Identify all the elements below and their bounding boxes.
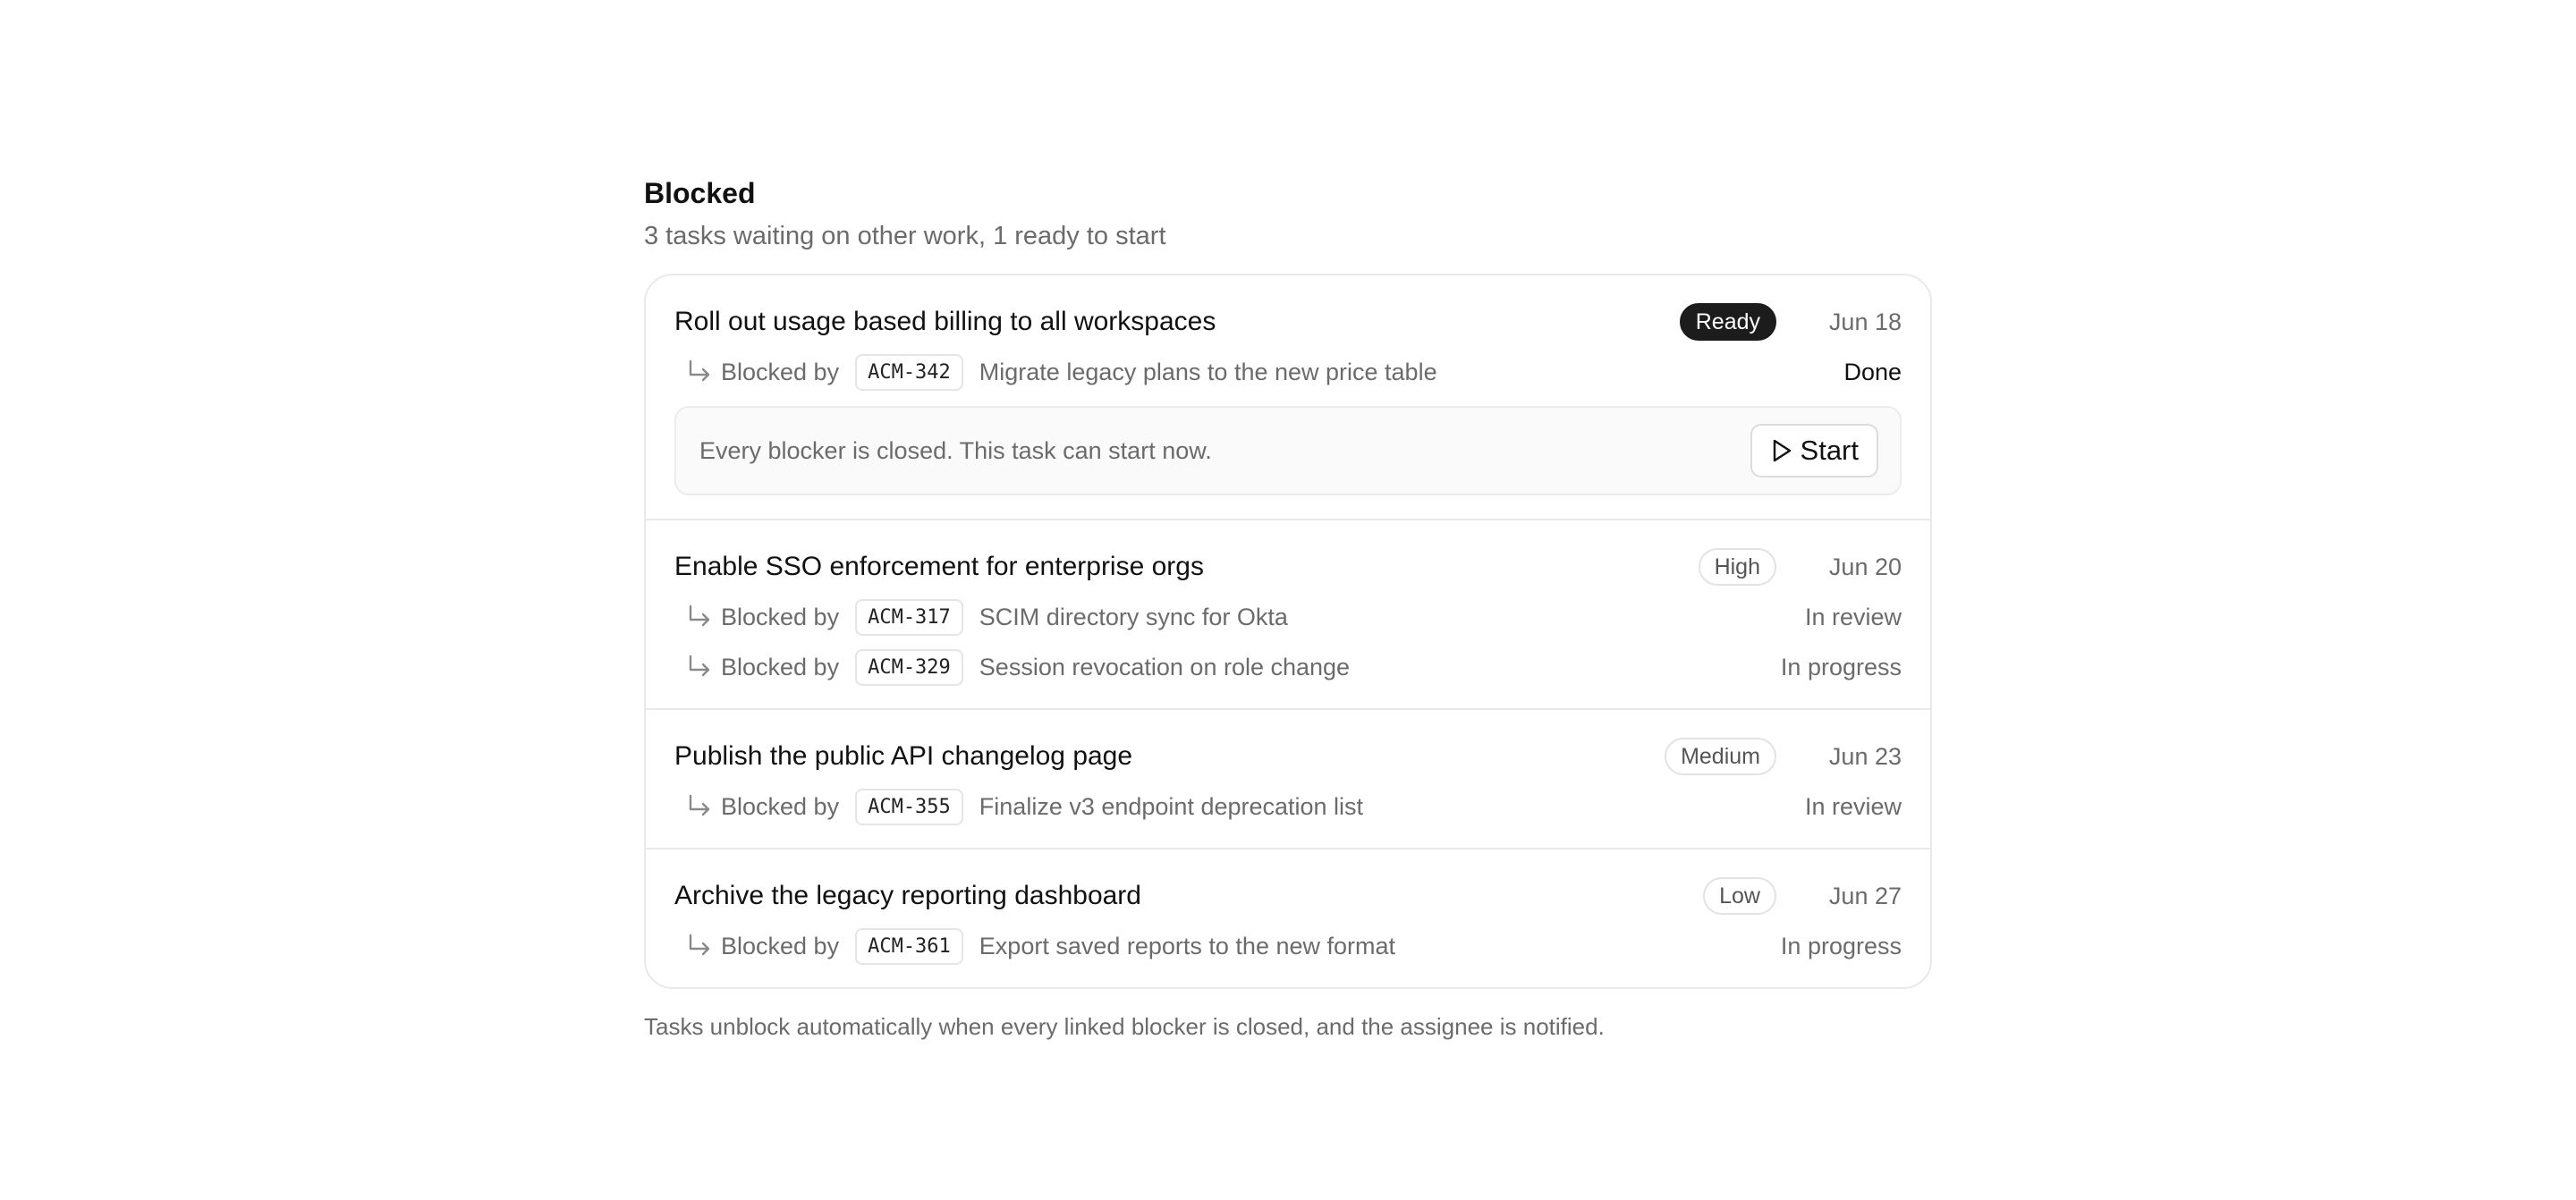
- ready-badge: Ready: [1679, 303, 1776, 341]
- arrow-turn-down-right-icon: [682, 793, 716, 820]
- blocker-status: In review: [1804, 792, 1902, 820]
- blocker-row[interactable]: Blocked by ACM-355 Finalize v3 endpoint …: [674, 782, 1902, 832]
- task-row[interactable]: Archive the legacy reporting dashboard L…: [646, 848, 1930, 987]
- task-header: Enable SSO enforcement for enterprise or…: [674, 542, 1902, 592]
- start-button[interactable]: Start: [1750, 424, 1878, 477]
- task-title[interactable]: Roll out usage based billing to all work…: [674, 307, 1680, 337]
- blocker-title[interactable]: Session revocation on role change: [979, 654, 1781, 681]
- task-title[interactable]: Enable SSO enforcement for enterprise or…: [674, 552, 1699, 582]
- priority-badge: Medium: [1665, 738, 1776, 775]
- task-header: Roll out usage based billing to all work…: [674, 297, 1902, 347]
- blocked-by-label: Blocked by: [721, 603, 840, 630]
- blocker-row[interactable]: Blocked by ACM-342 Migrate legacy plans …: [674, 347, 1902, 397]
- task-title[interactable]: Publish the public API changelog page: [674, 741, 1665, 772]
- due-date: Jun 20: [1828, 553, 1902, 580]
- footnote: Tasks unblock automatically when every l…: [644, 1013, 1605, 1040]
- section-title: Blocked: [644, 177, 756, 209]
- blocked-tasks-card: Roll out usage based billing to all work…: [644, 274, 1932, 989]
- task-row[interactable]: Roll out usage based billing to all work…: [646, 275, 1930, 519]
- task-header: Archive the legacy reporting dashboard L…: [674, 871, 1902, 921]
- blocked-section: Blocked 3 tasks waiting on other work, 1…: [644, 170, 1932, 1066]
- arrow-turn-down-right-icon: [682, 604, 716, 630]
- blocker-status: In progress: [1780, 932, 1902, 959]
- section-subtitle: 3 tasks waiting on other work, 1 ready t…: [644, 222, 1166, 250]
- issue-key[interactable]: ACM-361: [855, 927, 963, 965]
- blocker-row[interactable]: Blocked by ACM-317 SCIM directory sync f…: [674, 592, 1902, 642]
- issue-key[interactable]: ACM-329: [855, 648, 963, 686]
- blocker-row[interactable]: Blocked by ACM-329 Session revocation on…: [674, 642, 1902, 692]
- play-icon: [1770, 438, 1793, 463]
- blocker-title[interactable]: Finalize v3 endpoint deprecation list: [979, 793, 1805, 821]
- due-date: Jun 18: [1828, 308, 1902, 335]
- arrow-turn-down-right-icon: [682, 654, 716, 680]
- blocked-by-label: Blocked by: [721, 932, 840, 959]
- blocked-by-label: Blocked by: [721, 792, 840, 820]
- task-row[interactable]: Publish the public API changelog page Me…: [646, 708, 1930, 848]
- ready-callout: Every blocker is closed. This task can s…: [674, 406, 1902, 495]
- priority-badge: Low: [1703, 877, 1776, 915]
- due-date: Jun 23: [1828, 742, 1902, 770]
- blocker-title[interactable]: Export saved reports to the new format: [979, 933, 1781, 960]
- arrow-turn-down-right-icon: [682, 359, 716, 385]
- task-title[interactable]: Archive the legacy reporting dashboard: [674, 881, 1703, 911]
- blocker-title[interactable]: Migrate legacy plans to the new price ta…: [979, 359, 1844, 386]
- arrow-turn-down-right-icon: [682, 933, 716, 959]
- blocked-by-label: Blocked by: [721, 358, 840, 385]
- blocker-status: Done: [1843, 358, 1902, 385]
- task-row[interactable]: Enable SSO enforcement for enterprise or…: [646, 519, 1930, 708]
- issue-key[interactable]: ACM-317: [855, 598, 963, 636]
- due-date: Jun 27: [1828, 882, 1902, 909]
- blocker-status: In progress: [1780, 653, 1902, 680]
- blocked-by-label: Blocked by: [721, 653, 840, 680]
- blocker-status: In review: [1804, 603, 1902, 630]
- blocker-row[interactable]: Blocked by ACM-361 Export saved reports …: [674, 921, 1902, 971]
- ready-message: Every blocker is closed. This task can s…: [699, 436, 1212, 464]
- task-header: Publish the public API changelog page Me…: [674, 731, 1902, 782]
- blocker-title[interactable]: SCIM directory sync for Okta: [979, 604, 1805, 631]
- start-button-label: Start: [1800, 435, 1859, 466]
- issue-key[interactable]: ACM-355: [855, 788, 963, 825]
- issue-key[interactable]: ACM-342: [855, 353, 963, 391]
- priority-badge: High: [1698, 548, 1776, 586]
